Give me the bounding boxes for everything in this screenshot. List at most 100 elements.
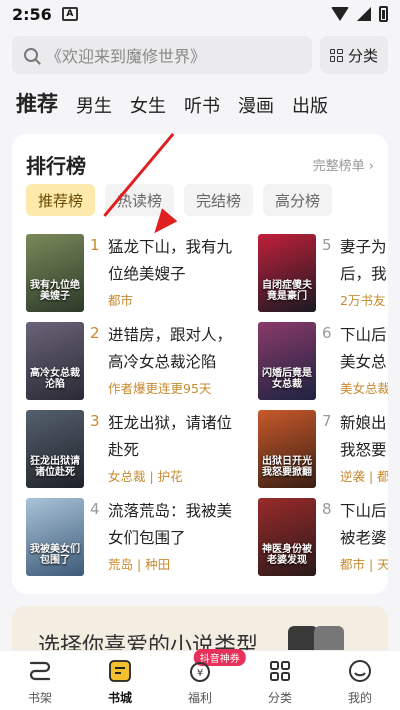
- category-button-label: 分类: [347, 46, 378, 65]
- nav-profile-label: 我的: [347, 691, 372, 705]
- nav-bookstore-label: 书城: [107, 691, 132, 705]
- book-info: 4 流落荒岛：我被美女们包围了 荒岛 | 种田: [90, 498, 240, 586]
- book-rank-number: 8: [322, 500, 332, 518]
- book-cover-title: 自闭症傻夫竟是豪门: [262, 280, 312, 302]
- ranking-list-right: 自闭症傻夫竟是豪门 5 妻子为后，我 2万书友闪婚后竟是女总裁 6 下山后美女总美女总裁出…: [258, 234, 388, 594]
- ranking-tabs: 推荐榜 热读榜 完结榜 高分榜: [26, 184, 333, 216]
- nav-bookstore[interactable]: 书城: [80, 651, 160, 710]
- book-rank-number: 6: [322, 324, 332, 342]
- book-cover-title: 我有九位绝美嫂子: [30, 280, 80, 302]
- book-cover[interactable]: 高冷女总裁沦陷: [26, 322, 84, 400]
- book-cover[interactable]: 闪婚后竟是女总裁: [258, 322, 316, 400]
- book-rank-number: 7: [322, 412, 332, 430]
- book-info: 6 下山后美女总美女总裁: [322, 322, 388, 410]
- tab-recommend[interactable]: 推荐: [16, 88, 58, 118]
- tab-comics[interactable]: 漫画: [238, 92, 274, 118]
- book-cover-title: 闪婚后竟是女总裁: [262, 368, 312, 390]
- tab-publishing[interactable]: 出版: [292, 92, 328, 118]
- book-cover[interactable]: 我被美女们包围了: [26, 498, 84, 576]
- status-time: 2:56: [12, 4, 52, 24]
- book-info: 1 猛龙下山，我有九位绝美嫂子 都市: [90, 234, 240, 322]
- tab-male[interactable]: 男生: [76, 92, 112, 118]
- category-button[interactable]: 分类: [320, 36, 388, 74]
- book-title[interactable]: 猛龙下山，我有九位绝美嫂子: [108, 234, 244, 288]
- search-row: 《欢迎来到魔修世界》 分类: [12, 36, 388, 74]
- search-placeholder: 《欢迎来到魔修世界》: [46, 47, 207, 66]
- book-info: 3 狂龙出狱，请诸位赴死 女总裁 | 护花: [90, 410, 240, 498]
- ranking-list-left: 我有九位绝美嫂子 1 猛龙下山，我有九位绝美嫂子 都市 高冷女总裁沦陷 2 进错房，跟对人，…: [26, 234, 240, 586]
- ranking-book-item[interactable]: 自闭症傻夫竟是豪门 5 妻子为后，我 2万书友: [258, 234, 388, 322]
- nav-profile[interactable]: 我的: [320, 651, 400, 710]
- book-title[interactable]: 狂龙出狱，请诸位赴死: [108, 410, 244, 464]
- grid-icon: [329, 48, 343, 62]
- notification-icon: A: [61, 7, 78, 21]
- ranking-card: 排行榜 完整榜单 › 推荐榜 热读榜 完结榜 高分榜 我有九位绝美嫂子 1 猛龙下山…: [12, 134, 388, 594]
- book-title[interactable]: 下山后被老婆: [340, 498, 388, 552]
- ranking-title: 排行榜: [26, 154, 86, 178]
- book-rank-number: 3: [90, 412, 100, 430]
- ranking-book-item[interactable]: 神医身份被老婆发现 8 下山后被老婆都市 | 天: [258, 498, 388, 586]
- bookshelf-icon: [29, 661, 51, 681]
- ranking-tab-top-rated[interactable]: 高分榜: [263, 184, 333, 216]
- profile-icon: [349, 660, 371, 682]
- book-info: 5 妻子为后，我 2万书友: [322, 234, 388, 322]
- book-title[interactable]: 流落荒岛：我被美女们包围了: [108, 498, 244, 552]
- search-input[interactable]: 《欢迎来到魔修世界》: [12, 36, 312, 74]
- chevron-right-icon: ›: [368, 159, 374, 174]
- search-icon: [24, 48, 38, 62]
- nav-category-label: 分类: [267, 691, 292, 705]
- status-bar: 2:56 A: [0, 0, 400, 28]
- full-ranking-link[interactable]: 完整榜单 ›: [313, 155, 374, 174]
- book-tag: 作者爆更连更95天: [108, 381, 212, 396]
- tab-audiobook[interactable]: 听书: [184, 92, 220, 118]
- nav-welfare-label: 福利: [187, 691, 212, 705]
- ranking-book-item[interactable]: 高冷女总裁沦陷 2 进错房，跟对人，高冷女总裁沦陷 作者爆更连更95天: [26, 322, 240, 410]
- book-rank-number: 1: [90, 236, 100, 254]
- svg-text:¥: ¥: [197, 668, 203, 679]
- book-tag: 女总裁 | 护花: [108, 469, 183, 484]
- gift-icon: ¥: [190, 662, 210, 682]
- signal-icon: [357, 7, 371, 21]
- book-rank-number: 2: [90, 324, 100, 342]
- book-tag: 美女总裁: [340, 381, 388, 396]
- ranking-tab-recommend[interactable]: 推荐榜: [26, 184, 96, 216]
- book-cover-title: 出狱日开光我怒要掀翻: [262, 456, 312, 478]
- book-title[interactable]: 下山后美女总: [340, 322, 388, 376]
- book-title[interactable]: 新娘出我怒要: [340, 410, 388, 464]
- nav-welfare[interactable]: 抖音神券 ¥ 福利: [160, 649, 246, 710]
- book-cover-title: 高冷女总裁沦陷: [30, 368, 80, 390]
- nav-bookshelf[interactable]: 书架: [0, 651, 80, 710]
- book-tag: 荒岛 | 种田: [108, 557, 171, 572]
- ranking-book-item[interactable]: 出狱日开光我怒要掀翻 7 新娘出我怒要逆袭 | 都: [258, 410, 388, 498]
- battery-icon: [379, 6, 388, 22]
- book-cover-title: 神医身份被老婆发现: [262, 544, 312, 566]
- wifi-icon: [331, 7, 349, 21]
- book-cover[interactable]: 我有九位绝美嫂子: [26, 234, 84, 312]
- book-title[interactable]: 进错房，跟对人，高冷女总裁沦陷: [108, 322, 244, 376]
- tab-female[interactable]: 女生: [130, 92, 166, 118]
- ranking-book-item[interactable]: 闪婚后竟是女总裁 6 下山后美女总美女总裁: [258, 322, 388, 410]
- book-rank-number: 4: [90, 500, 100, 518]
- book-cover[interactable]: 出狱日开光我怒要掀翻: [258, 410, 316, 488]
- book-cover[interactable]: 神医身份被老婆发现: [258, 498, 316, 576]
- ranking-book-item[interactable]: 狂龙出狱请诸位赴死 3 狂龙出狱，请诸位赴死 女总裁 | 护花: [26, 410, 240, 498]
- book-info: 7 新娘出我怒要逆袭 | 都: [322, 410, 388, 498]
- category-grid-icon: [270, 661, 290, 681]
- ranking-book-item[interactable]: 我被美女们包围了 4 流落荒岛：我被美女们包围了 荒岛 | 种田: [26, 498, 240, 586]
- book-cover[interactable]: 狂龙出狱请诸位赴死: [26, 410, 84, 488]
- full-ranking-label: 完整榜单: [312, 159, 365, 174]
- top-tabs: 推荐 男生 女生 听书 漫画 出版: [16, 88, 328, 118]
- book-info: 8 下山后被老婆都市 | 天: [322, 498, 388, 586]
- book-tag: 都市 | 天: [340, 557, 388, 572]
- book-cover-title: 我被美女们包围了: [30, 544, 80, 566]
- ranking-tab-completed[interactable]: 完结榜: [184, 184, 254, 216]
- book-title[interactable]: 妻子为后，我: [340, 234, 388, 288]
- book-cover[interactable]: 自闭症傻夫竟是豪门: [258, 234, 316, 312]
- bookstore-icon: [109, 660, 131, 682]
- ranking-book-item[interactable]: 我有九位绝美嫂子 1 猛龙下山，我有九位绝美嫂子 都市: [26, 234, 240, 322]
- book-tag: 逆袭 | 都: [340, 469, 388, 484]
- book-tag: 2万书友: [340, 293, 386, 308]
- nav-category[interactable]: 分类: [240, 651, 320, 710]
- status-icons: [331, 6, 388, 22]
- book-rank-number: 5: [322, 236, 332, 254]
